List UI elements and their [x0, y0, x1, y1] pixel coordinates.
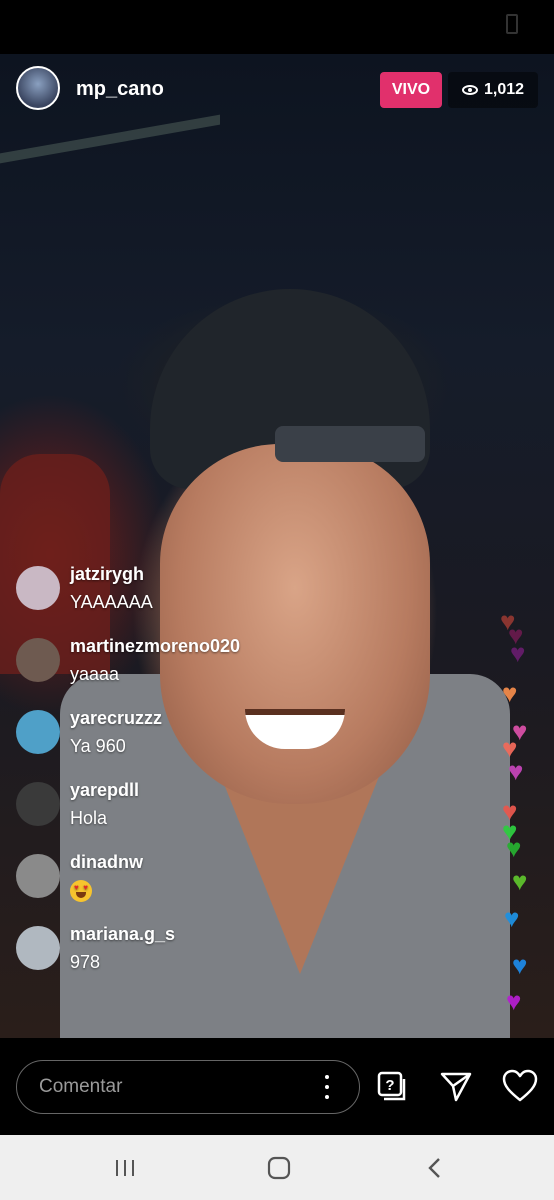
- comment-text: YAAAAAA: [70, 592, 153, 612]
- floating-heart-icon: ♥: [504, 903, 520, 933]
- commenter-username[interactable]: martinezmoreno020: [70, 636, 240, 657]
- battery-icon: [506, 14, 518, 34]
- commenter-avatar[interactable]: [16, 566, 60, 610]
- svg-text:?: ?: [385, 1077, 394, 1094]
- commenter-avatar[interactable]: [16, 710, 60, 754]
- comment-item[interactable]: yarepdll Hola: [16, 778, 376, 850]
- question-sticker-icon: ?: [377, 1071, 406, 1101]
- send-button[interactable]: [438, 1068, 474, 1104]
- commenter-username[interactable]: yarecruzzz: [70, 708, 162, 729]
- comment-text: Hola: [70, 808, 108, 828]
- comment-text: [70, 880, 92, 907]
- comment-item[interactable]: mariana.g_s 978: [16, 922, 376, 994]
- heart-icon: [502, 1069, 538, 1102]
- floating-heart-icon: ♥: [512, 866, 528, 896]
- broadcaster-avatar[interactable]: [16, 66, 60, 110]
- commenter-username[interactable]: mariana.g_s: [70, 924, 175, 945]
- comment-text: yaaaa: [70, 664, 120, 684]
- comment-input[interactable]: [39, 1061, 299, 1113]
- viewer-count: 1,012: [483, 81, 525, 98]
- system-nav-bar: [0, 1135, 554, 1200]
- home-button[interactable]: [264, 1153, 294, 1183]
- home-icon: [267, 1156, 291, 1180]
- floating-heart-icon: ♥: [506, 833, 522, 863]
- comment-item[interactable]: martinezmoreno020 yaaaa: [16, 634, 376, 706]
- send-icon: [440, 1072, 472, 1102]
- broadcaster-username[interactable]: mp_cano: [76, 78, 164, 101]
- commenter-avatar[interactable]: [16, 854, 60, 898]
- floating-heart-icon: ♥: [508, 756, 524, 786]
- more-options-icon[interactable]: [325, 1075, 331, 1099]
- commenter-avatar[interactable]: [16, 638, 60, 682]
- comment-item[interactable]: dinadnw: [16, 850, 376, 922]
- back-icon: [428, 1158, 440, 1178]
- floating-hearts: ♥♥♥♥♥♥♥♥♥♥♥♥♥♥♥: [498, 600, 538, 1060]
- recent-apps-icon: [116, 1160, 134, 1176]
- back-button[interactable]: [420, 1153, 450, 1183]
- floating-heart-icon: ♥: [506, 986, 522, 1016]
- commenter-username[interactable]: jatzirygh: [70, 564, 144, 585]
- floating-heart-icon: ♥: [502, 678, 518, 708]
- viewer-count-badge[interactable]: 1,012: [448, 72, 538, 108]
- comment-item[interactable]: yarecruzzz Ya 960: [16, 706, 376, 778]
- comment-text: Ya 960: [70, 736, 126, 756]
- status-bar: [0, 0, 554, 54]
- commenter-avatar[interactable]: [16, 926, 60, 970]
- live-badge: VIVO: [380, 72, 442, 108]
- comment-box[interactable]: [16, 1060, 360, 1114]
- live-header: mp_cano VIVO 1,012: [0, 54, 554, 124]
- video-cap-strap: [275, 426, 425, 462]
- commenter-username[interactable]: yarepdll: [70, 780, 139, 801]
- comment-item[interactable]: jatzirygh YAAAAAA: [16, 562, 376, 634]
- comment-text: 978: [70, 952, 101, 972]
- eye-icon: [461, 85, 478, 95]
- commenter-username[interactable]: dinadnw: [70, 852, 143, 873]
- floating-heart-icon: ♥: [512, 950, 528, 980]
- live-footer: ?: [0, 1038, 554, 1135]
- comment-list: jatzirygh YAAAAAA martinezmoreno020 yaaa…: [16, 562, 376, 994]
- heart-eyes-emoji-icon: [70, 880, 92, 902]
- like-button[interactable]: [502, 1068, 538, 1104]
- floating-heart-icon: ♥: [510, 638, 526, 668]
- question-sticker-button[interactable]: ?: [374, 1068, 410, 1104]
- commenter-avatar[interactable]: [16, 782, 60, 826]
- recent-apps-button[interactable]: [110, 1153, 140, 1183]
